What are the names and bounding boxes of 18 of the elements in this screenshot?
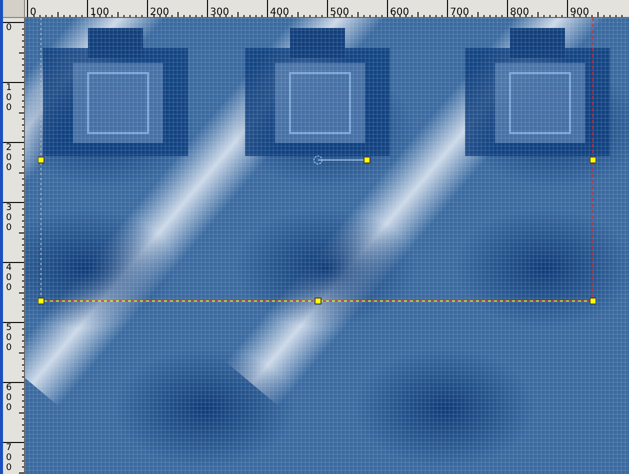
ruler-label: 400	[6, 264, 13, 294]
ruler-label: 200	[6, 144, 13, 174]
ruler-label: 100	[6, 84, 13, 114]
ruler-label: 300	[209, 7, 230, 17]
ruler-label: 800	[509, 7, 530, 17]
ruler-label: 600	[6, 384, 13, 414]
ruler-label: 600	[389, 7, 410, 17]
ruler-label: 900	[569, 7, 590, 17]
ruler-label: 0	[6, 24, 13, 34]
ruler-label: 200	[149, 7, 170, 17]
ruler-label: 700	[6, 444, 13, 474]
ruler-label: 700	[449, 7, 470, 17]
ruler-label: 400	[269, 7, 290, 17]
ruler-label: 500	[6, 324, 13, 354]
ruler-label: 0	[29, 7, 36, 17]
ruler-label: 300	[6, 204, 13, 234]
ruler-label: 500	[329, 7, 350, 17]
ruler-label: 100	[89, 7, 110, 17]
